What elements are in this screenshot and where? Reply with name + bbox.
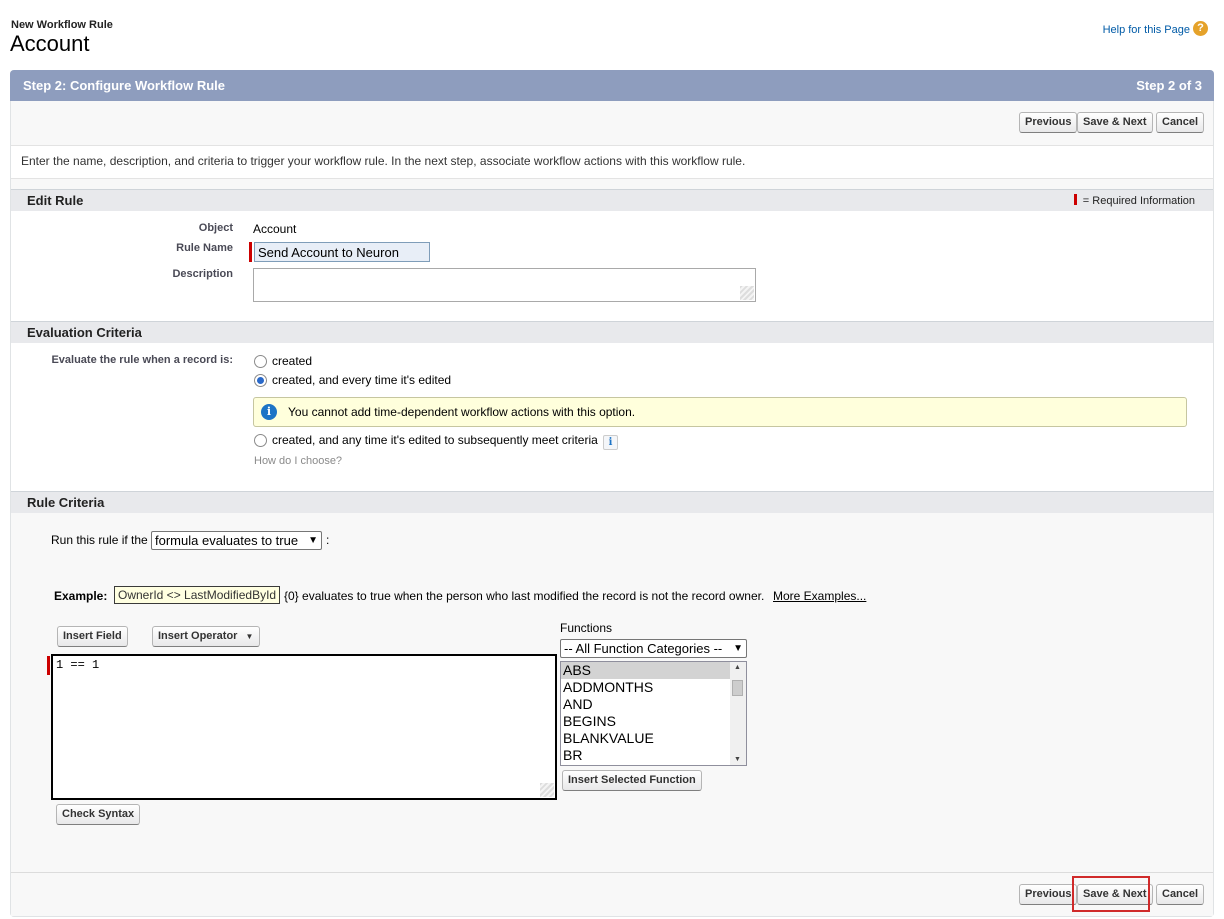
function-item[interactable]: ABS xyxy=(561,662,746,679)
help-icon[interactable]: ? xyxy=(1193,21,1208,36)
help-link[interactable]: Help for this Page xyxy=(1103,24,1190,36)
object-label: Object xyxy=(198,222,233,234)
function-item[interactable]: BEGINS xyxy=(561,713,746,730)
step-progress: Step 2 of 3 xyxy=(1136,78,1202,93)
run-rule-prefix: Run this rule if the xyxy=(51,533,148,547)
chevron-down-icon: ▼ xyxy=(733,643,743,654)
insert-operator-label: Insert Operator xyxy=(158,630,238,642)
more-examples-link[interactable]: More Examples... xyxy=(773,589,866,603)
previous-button-bottom[interactable]: Previous xyxy=(1019,884,1078,905)
intro-text: Enter the name, description, and criteri… xyxy=(21,154,746,168)
run-rule-suffix: : xyxy=(326,533,330,547)
info-icon: i xyxy=(261,404,277,420)
rule-name-label: Rule Name xyxy=(176,242,233,254)
edit-rule-header: Edit Rule = Required Information xyxy=(11,189,1213,211)
example-label: Example: xyxy=(54,589,108,603)
cancel-button[interactable]: Cancel xyxy=(1156,112,1205,133)
radio-created-meet-criteria[interactable] xyxy=(254,434,267,447)
rule-criteria-header: Rule Criteria xyxy=(11,491,1213,513)
description-label: Description xyxy=(172,268,233,280)
required-marker xyxy=(1073,194,1077,205)
evaluate-label: Evaluate the rule when a record is: xyxy=(51,354,233,366)
scroll-up-icon[interactable]: ▲ xyxy=(734,664,741,671)
cancel-button-bottom[interactable]: Cancel xyxy=(1156,884,1205,905)
example-description: {0} evaluates to true when the person wh… xyxy=(284,589,765,603)
run-rule-select-value: formula evaluates to true xyxy=(155,533,299,548)
description-textarea[interactable] xyxy=(253,268,756,302)
functions-label: Functions xyxy=(560,621,613,635)
evaluation-heading: Evaluation Criteria xyxy=(27,325,142,340)
object-value: Account xyxy=(253,222,297,236)
formula-text: 1 == 1 xyxy=(56,658,100,672)
radio-created-meet-criteria-label: created, and any time it's edited to sub… xyxy=(272,433,598,447)
radio-created[interactable] xyxy=(254,355,267,368)
example-formula: OwnerId <> LastModifiedById xyxy=(114,586,281,604)
edit-rule-heading: Edit Rule xyxy=(27,193,84,208)
functions-listbox[interactable]: ABS ADDMONTHS AND BEGINS BLANKVALUE BR ▲… xyxy=(560,661,747,766)
function-item[interactable]: BR xyxy=(561,747,746,764)
formula-editor[interactable]: 1 == 1 xyxy=(51,654,557,800)
rule-criteria-heading: Rule Criteria xyxy=(27,495,105,510)
function-category-value: -- All Function Categories -- xyxy=(564,641,723,656)
function-item[interactable]: BLANKVALUE xyxy=(561,730,746,747)
run-rule-select[interactable]: formula evaluates to true ▼ xyxy=(151,531,322,550)
notice-text: You cannot add time-dependent workflow a… xyxy=(288,405,636,419)
scroll-down-icon[interactable]: ▼ xyxy=(734,756,741,763)
evaluation-header: Evaluation Criteria xyxy=(11,321,1213,343)
step-bar: Step 2: Configure Workflow Rule Step 2 o… xyxy=(10,70,1214,101)
time-dependent-notice: i You cannot add time-dependent workflow… xyxy=(253,397,1187,427)
radio-created-every-edit[interactable] xyxy=(254,374,267,387)
scroll-thumb[interactable] xyxy=(732,680,743,696)
rule-name-required-marker xyxy=(249,242,252,262)
step-title: Step 2: Configure Workflow Rule xyxy=(23,78,225,93)
function-item[interactable]: AND xyxy=(561,696,746,713)
how-do-i-choose-link[interactable]: How do I choose? xyxy=(254,455,342,467)
resize-grip-icon[interactable] xyxy=(740,286,754,300)
radio-created-every-edit-label: created, and every time it's edited xyxy=(272,373,452,387)
resize-grip-icon[interactable] xyxy=(540,783,554,797)
required-legend: = Required Information xyxy=(1073,194,1195,207)
required-legend-text: = Required Information xyxy=(1082,195,1195,207)
function-item[interactable]: ADDMONTHS xyxy=(561,679,746,696)
page-subtitle: New Workflow Rule xyxy=(11,19,113,31)
function-category-select[interactable]: -- All Function Categories -- ▼ xyxy=(560,639,747,658)
functions-scrollbar[interactable]: ▲ ▼ xyxy=(730,662,746,765)
save-next-button[interactable]: Save & Next xyxy=(1077,112,1153,133)
chevron-down-icon: ▼ xyxy=(308,535,318,546)
chevron-down-icon: ▼ xyxy=(245,632,254,641)
save-next-highlight xyxy=(1072,876,1150,912)
formula-required-marker xyxy=(47,656,50,675)
criteria-info-icon[interactable]: i xyxy=(603,435,618,450)
rule-name-input[interactable]: Send Account to Neuron xyxy=(254,242,430,262)
page-title: Account xyxy=(10,31,90,56)
insert-selected-function-button[interactable]: Insert Selected Function xyxy=(562,770,702,791)
previous-button[interactable]: Previous xyxy=(1019,112,1078,133)
check-syntax-button[interactable]: Check Syntax xyxy=(56,804,141,825)
radio-created-label: created xyxy=(272,354,313,368)
insert-operator-button[interactable]: Insert Operator ▼ xyxy=(152,626,261,647)
insert-field-button[interactable]: Insert Field xyxy=(57,626,128,647)
